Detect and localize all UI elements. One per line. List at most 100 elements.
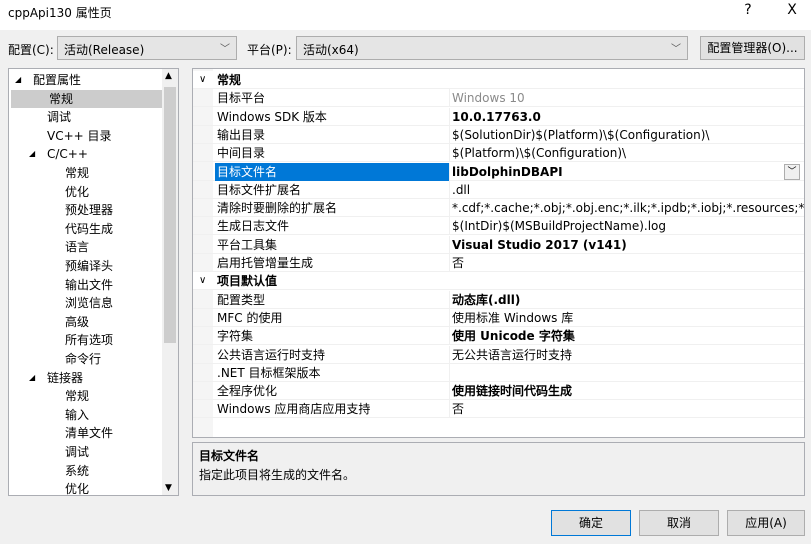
property-value[interactable]: libDolphinDBAPI [450,163,804,181]
chevron-down-icon: ﹀ [220,44,230,55]
dropdown-button[interactable]: ﹀ [784,163,800,180]
property-name: 目标文件名 [215,162,450,181]
property-row[interactable]: 清除时要删除的扩展名 *.cdf;*.cache;*.obj;*.obj.enc;… [193,199,805,218]
tree-item[interactable]: 所有选项 [9,331,163,349]
cancel-button[interactable]: 取消 [639,510,719,536]
tree-item[interactable]: 浏览信息 [9,294,163,312]
tree-item[interactable]: ◢ 链接器 [9,369,163,387]
tree-item[interactable]: 高级 [9,313,163,331]
expand-icon[interactable]: ◢ [29,145,35,163]
tree-item[interactable]: 优化 [9,183,163,201]
property-name: 字符集 [215,327,450,346]
property-name: Windows SDK 版本 [215,107,450,126]
property-name: 常规 [217,73,242,87]
tree-item[interactable]: ◢ 配置属性 [9,71,163,89]
property-row[interactable]: 目标平台 Windows 10 [193,89,804,108]
tree-item[interactable]: 清单文件 [9,424,163,442]
tree-item[interactable]: 命令行 [9,350,163,368]
scroll-thumb[interactable] [164,87,176,343]
tree-item-label: 优化 [65,184,90,199]
tree-item[interactable]: 系统 [9,462,163,480]
property-row[interactable]: 公共语言运行时支持 无公共语言运行时支持 [193,345,804,364]
tree-item[interactable]: 优化 [9,480,163,495]
property-row[interactable]: 目标文件扩展名 .dll [193,180,804,199]
tree-item[interactable]: 预编译头 [9,257,163,275]
property-row[interactable]: 输出目录 $(SolutionDir)$(Platform)\$(Configur… [193,125,804,144]
collapse-icon[interactable]: ∨ [199,71,206,89]
tree-item[interactable]: 调试 [9,443,163,461]
tree-item-label: C/C++ [47,147,88,162]
expand-icon[interactable]: ◢ [15,71,21,89]
property-row[interactable]: Windows SDK 版本 10.0.17763.0 [193,107,804,126]
property-name: 全程序优化 [215,382,450,401]
tree-item-label: 调试 [65,445,90,459]
config-value: 活动(Release) [64,43,145,57]
category-row[interactable]: ∨ 常规 [193,71,804,89]
property-name: 配置类型 [215,290,450,309]
tree-item[interactable]: 语言 [9,238,163,256]
tree-item[interactable]: 代码生成 [9,220,163,238]
title-bar: cppApi130 属性页 ? X [0,0,811,30]
close-button[interactable]: X [777,2,807,18]
platform-combo[interactable]: 活动(x64) ﹀ [296,36,688,60]
property-row[interactable]: Windows 应用商店应用支持否 [193,400,804,419]
config-label: 配置(C): [8,43,54,57]
property-name: 启用托管增量生成 [215,254,450,272]
platform-label: 平台(P): [247,43,292,57]
property-name: MFC 的使用 [215,308,450,327]
property-row[interactable]: 中间目录 $(Platform)\$(Configuration)\ [193,144,804,163]
tree-item-label: 语言 [65,240,90,255]
config-combo[interactable]: 活动(Release) ﹀ [57,36,237,60]
tree-item[interactable]: 预处理器 [9,201,163,219]
property-tree: ◢ 配置属性 常规 调试 VC++ 目录 ◢ C/C++ 常规 优化 预处理器 代码生成 语言 预编译头… [8,68,179,496]
property-grid: ∨ 常规目标平台 Windows 10 Windows SDK 版本 10.0.1776… [192,68,805,438]
scroll-down-icon[interactable]: ▼ [165,483,172,493]
property-name: .NET 目标框架版本 [215,363,450,382]
tree-item[interactable]: ◢ C/C++ [9,145,163,163]
tree-item[interactable]: VC++ 目录 [9,127,163,145]
property-value: $(SolutionDir)$(Platform)\$(Configuratio… [452,127,710,142]
scroll-up-icon[interactable]: ▲ [165,71,172,81]
config-manager-button[interactable]: 配置管理器(O)... [700,36,805,60]
tree-item[interactable]: 常规 [9,387,163,405]
property-value: *.cdf;*.cache;*.obj;*.obj.enc;*.ilk;*.ip… [452,201,805,216]
property-name: 生成日志文件 [215,217,450,236]
property-name: 项目默认值 [217,274,278,289]
tree-item-label: 系统 [65,463,90,478]
property-row[interactable]: .NET 目标框架版本 [193,363,804,382]
tree-item[interactable]: 输入 [9,406,163,424]
tree-scrollbar[interactable]: ▲ ▼ [162,69,178,495]
collapse-icon[interactable]: ∨ [199,272,206,290]
tree-item[interactable]: 常规 [9,164,163,182]
property-row[interactable]: 启用托管增量生成否 [193,254,804,272]
description-panel: 目标文件名 指定此项目将生成的文件名。 [192,442,805,496]
property-row[interactable]: 全程序优化 使用链接时间代码生成 [193,382,804,401]
tree-item-label: 调试 [47,110,72,125]
tree-item-label: 预编译头 [65,259,114,273]
tree-item[interactable]: 调试 [9,108,163,126]
property-value: 10.0.17763.0 [452,109,541,124]
property-row[interactable]: 目标文件名 libDolphinDBAPI ﹀ [193,162,804,181]
property-row[interactable]: 平台工具集 Visual Studio 2017 (v141) [193,235,804,254]
tree-item[interactable]: 输出文件 [9,276,163,294]
expand-icon[interactable]: ◢ [29,369,35,387]
tree-item-label: 常规 [49,91,74,106]
property-row[interactable]: 生成日志文件 $(IntDir)$(MSBuildProjectName).log [193,217,804,236]
property-row[interactable]: MFC 的使用 使用标准 Windows 库 [193,308,804,327]
ok-button[interactable]: 确定 [551,510,631,536]
tree-item-label: 命令行 [65,352,102,366]
property-name: 中间目录 [215,144,450,163]
tree-item-label: 输入 [65,407,90,422]
help-button[interactable]: ? [733,2,763,18]
tree-item-label: 输出文件 [65,277,114,292]
tree-item-label: 代码生成 [65,221,114,236]
property-name: 目标文件扩展名 [215,180,450,199]
tree-item[interactable]: 常规 [11,89,165,108]
platform-value: 活动(x64) [303,43,359,57]
apply-button[interactable]: 应用(A) [727,510,805,536]
property-row[interactable]: 字符集 使用 Unicode 字符集 [193,327,804,346]
tree-item-label: 配置属性 [33,73,82,87]
chevron-down-icon: ﹀ [671,44,681,55]
property-row[interactable]: 配置类型 动态库(.dll) [193,290,804,309]
category-row[interactable]: ∨ 项目默认值 [193,272,804,291]
